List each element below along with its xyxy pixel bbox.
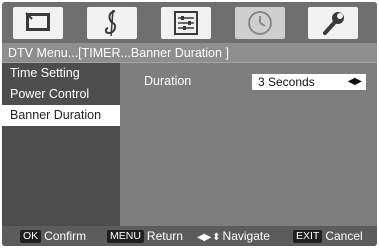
navigate-label: Navigate xyxy=(222,229,270,243)
settings-sliders-icon[interactable] xyxy=(161,7,211,39)
settings-panel: Duration 3 Seconds ◀▶ xyxy=(120,63,377,226)
wrench-icon[interactable] xyxy=(308,7,358,39)
exit-key: EXIT xyxy=(293,230,323,243)
menu-icon-bar xyxy=(2,2,377,43)
footer-menu-hint: MENU Return xyxy=(107,226,183,246)
left-right-arrows-icon: ◀▶ xyxy=(347,76,362,87)
footer-ok-hint: OK Confirm xyxy=(20,226,86,246)
duration-setting-row: Duration 3 Seconds ◀▶ xyxy=(120,71,377,91)
menu-key: MENU xyxy=(107,230,144,243)
cancel-label: Cancel xyxy=(325,229,363,243)
breadcrumb: DTV Menu...[TIMER...Banner Duration ] xyxy=(2,43,377,63)
footer-hint-bar: OK Confirm MENU Return ◀▶ ⬍ Navigate EXIT Ca… xyxy=(2,226,377,246)
clock-icon[interactable] xyxy=(235,7,285,39)
return-label: Return xyxy=(146,229,183,243)
sidebar-item-banner-duration[interactable]: Banner Duration xyxy=(2,105,120,126)
duration-label: Duration xyxy=(144,74,192,88)
sidebar-item-time-setting[interactable]: Time Setting xyxy=(2,63,120,84)
footer-exit-hint: EXIT Cancel xyxy=(293,226,363,246)
ok-key: OK xyxy=(20,230,42,243)
tv-picture-icon[interactable] xyxy=(13,7,63,39)
tv-osd-menu: DTV Menu...[TIMER...Banner Duration ] Ti… xyxy=(2,2,377,246)
sidebar-menu: Time Setting Power Control Banner Durati… xyxy=(2,63,120,226)
sidebar-item-power-control[interactable]: Power Control xyxy=(2,84,120,105)
music-note-icon[interactable] xyxy=(87,7,137,39)
navigate-arrows-icon: ◀▶ ⬍ xyxy=(197,232,221,243)
duration-value: 3 Seconds xyxy=(258,75,315,89)
confirm-label: Confirm xyxy=(44,229,87,243)
duration-selector[interactable]: 3 Seconds ◀▶ xyxy=(252,74,366,90)
footer-navigate-hint: ◀▶ ⬍ Navigate xyxy=(197,226,270,246)
